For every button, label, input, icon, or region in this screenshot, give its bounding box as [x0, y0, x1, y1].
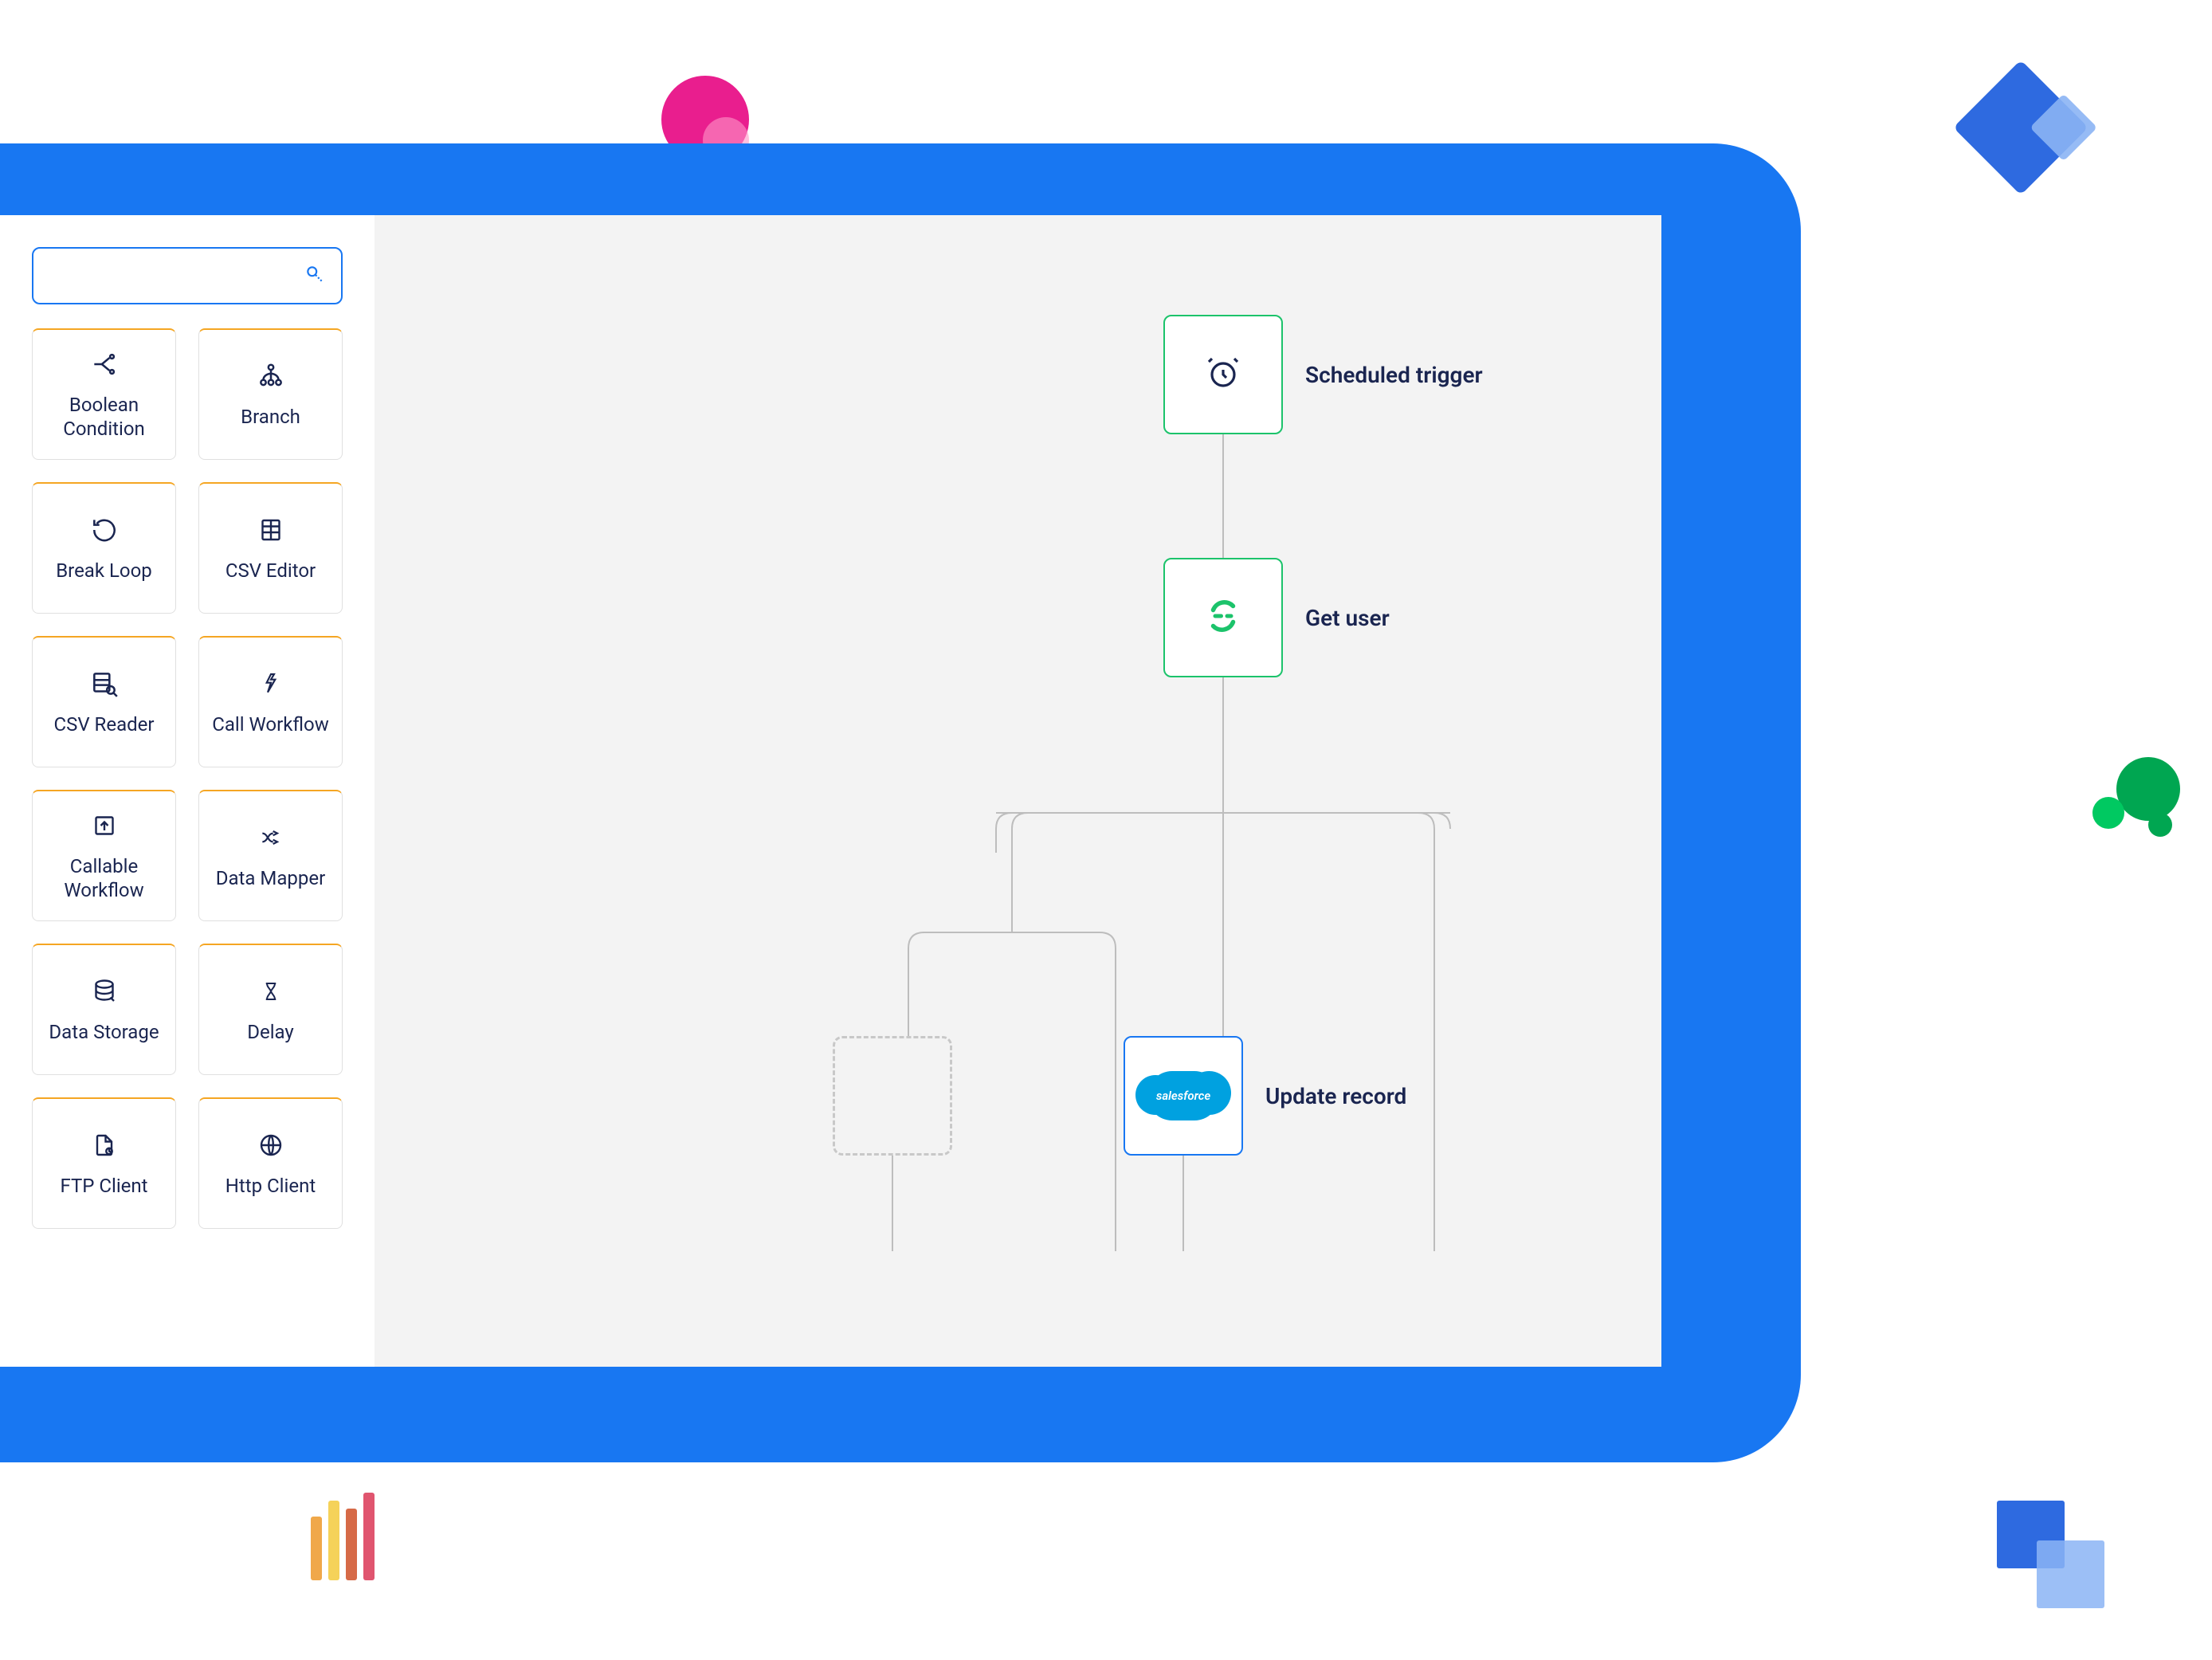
palette-item-datastorage[interactable]: Data Storage [32, 944, 176, 1075]
node-label: Get user [1305, 605, 1390, 631]
decoration-diamond [1953, 60, 2088, 195]
palette-item-label: Boolean Condition [39, 393, 169, 441]
palette-item-delay[interactable]: Delay [198, 944, 343, 1075]
palette-item-label: Call Workflow [212, 712, 329, 736]
palette-item-ftpclient[interactable]: FTP Client [32, 1097, 176, 1229]
integration-logo-icon [1199, 592, 1247, 643]
palette-item-csvreader[interactable]: CSV Reader [32, 636, 176, 767]
palette-item-label: Data Mapper [216, 866, 325, 890]
salesforce-icon: salesforce [1147, 1071, 1219, 1120]
csvreader-icon [89, 668, 120, 700]
palette-item-datamapper[interactable]: Data Mapper [198, 790, 343, 921]
app-frame: Boolean Condition Branch Break Loop CSV Edi… [0, 143, 1801, 1462]
palette-item-label: CSV Reader [53, 712, 154, 736]
palette-item-label: Break Loop [56, 559, 152, 583]
callableworkflow-icon [90, 810, 119, 842]
palette-item-label: CSV Editor [226, 559, 316, 583]
node-label: Scheduled trigger [1305, 362, 1483, 388]
callworkflow-icon [258, 668, 284, 700]
component-palette-sidebar: Boolean Condition Branch Break Loop CSV Edi… [0, 215, 375, 1367]
datastorage-icon [90, 975, 119, 1007]
palette-item-label: Callable Workflow [39, 854, 169, 902]
condition-icon [89, 348, 120, 380]
decoration-bars [311, 1493, 375, 1580]
node-label: Update record [1265, 1083, 1406, 1109]
httpclient-icon [257, 1129, 285, 1161]
datamapper-icon [254, 822, 288, 854]
search-icon [304, 264, 325, 288]
palette-item-label: FTP Client [60, 1174, 147, 1198]
clock-icon [1204, 354, 1242, 395]
workflow-canvas[interactable]: Scheduled trigger Get user salesforce Up… [375, 215, 1661, 1367]
palette-item-callableworkflow[interactable]: Callable Workflow [32, 790, 176, 921]
flow-node-scheduled-trigger[interactable]: Scheduled trigger [1163, 315, 1483, 434]
ftpclient-icon [90, 1129, 119, 1161]
breakloop-icon [89, 514, 120, 546]
search-input[interactable] [49, 265, 296, 287]
palette-item-label: Delay [247, 1020, 294, 1044]
palette-item-csveditor[interactable]: CSV Editor [198, 482, 343, 614]
branch-icon [256, 360, 286, 392]
flow-node-get-user[interactable]: Get user [1163, 558, 1390, 677]
palette-item-breakloop[interactable]: Break Loop [32, 482, 176, 614]
app-window: Boolean Condition Branch Break Loop CSV Edi… [0, 215, 1661, 1367]
palette-item-httpclient[interactable]: Http Client [198, 1097, 343, 1229]
palette-item-label: Data Storage [49, 1020, 159, 1044]
palette-item-label: Http Client [226, 1174, 316, 1198]
palette-item-callworkflow[interactable]: Call Workflow [198, 636, 343, 767]
csveditor-icon [257, 514, 285, 546]
delay-icon [259, 975, 283, 1007]
decoration-green-dots [2092, 749, 2196, 853]
palette-item-branch[interactable]: Branch [198, 328, 343, 460]
flow-drop-target[interactable] [833, 1036, 952, 1156]
decoration-squares [1997, 1501, 2100, 1604]
search-field[interactable] [32, 247, 343, 304]
palette-item-label: Branch [241, 405, 300, 429]
palette-grid: Boolean Condition Branch Break Loop CSV Edi… [32, 328, 343, 1229]
palette-item-condition[interactable]: Boolean Condition [32, 328, 176, 460]
flow-node-update-record[interactable]: salesforce Update record [1124, 1036, 1406, 1156]
